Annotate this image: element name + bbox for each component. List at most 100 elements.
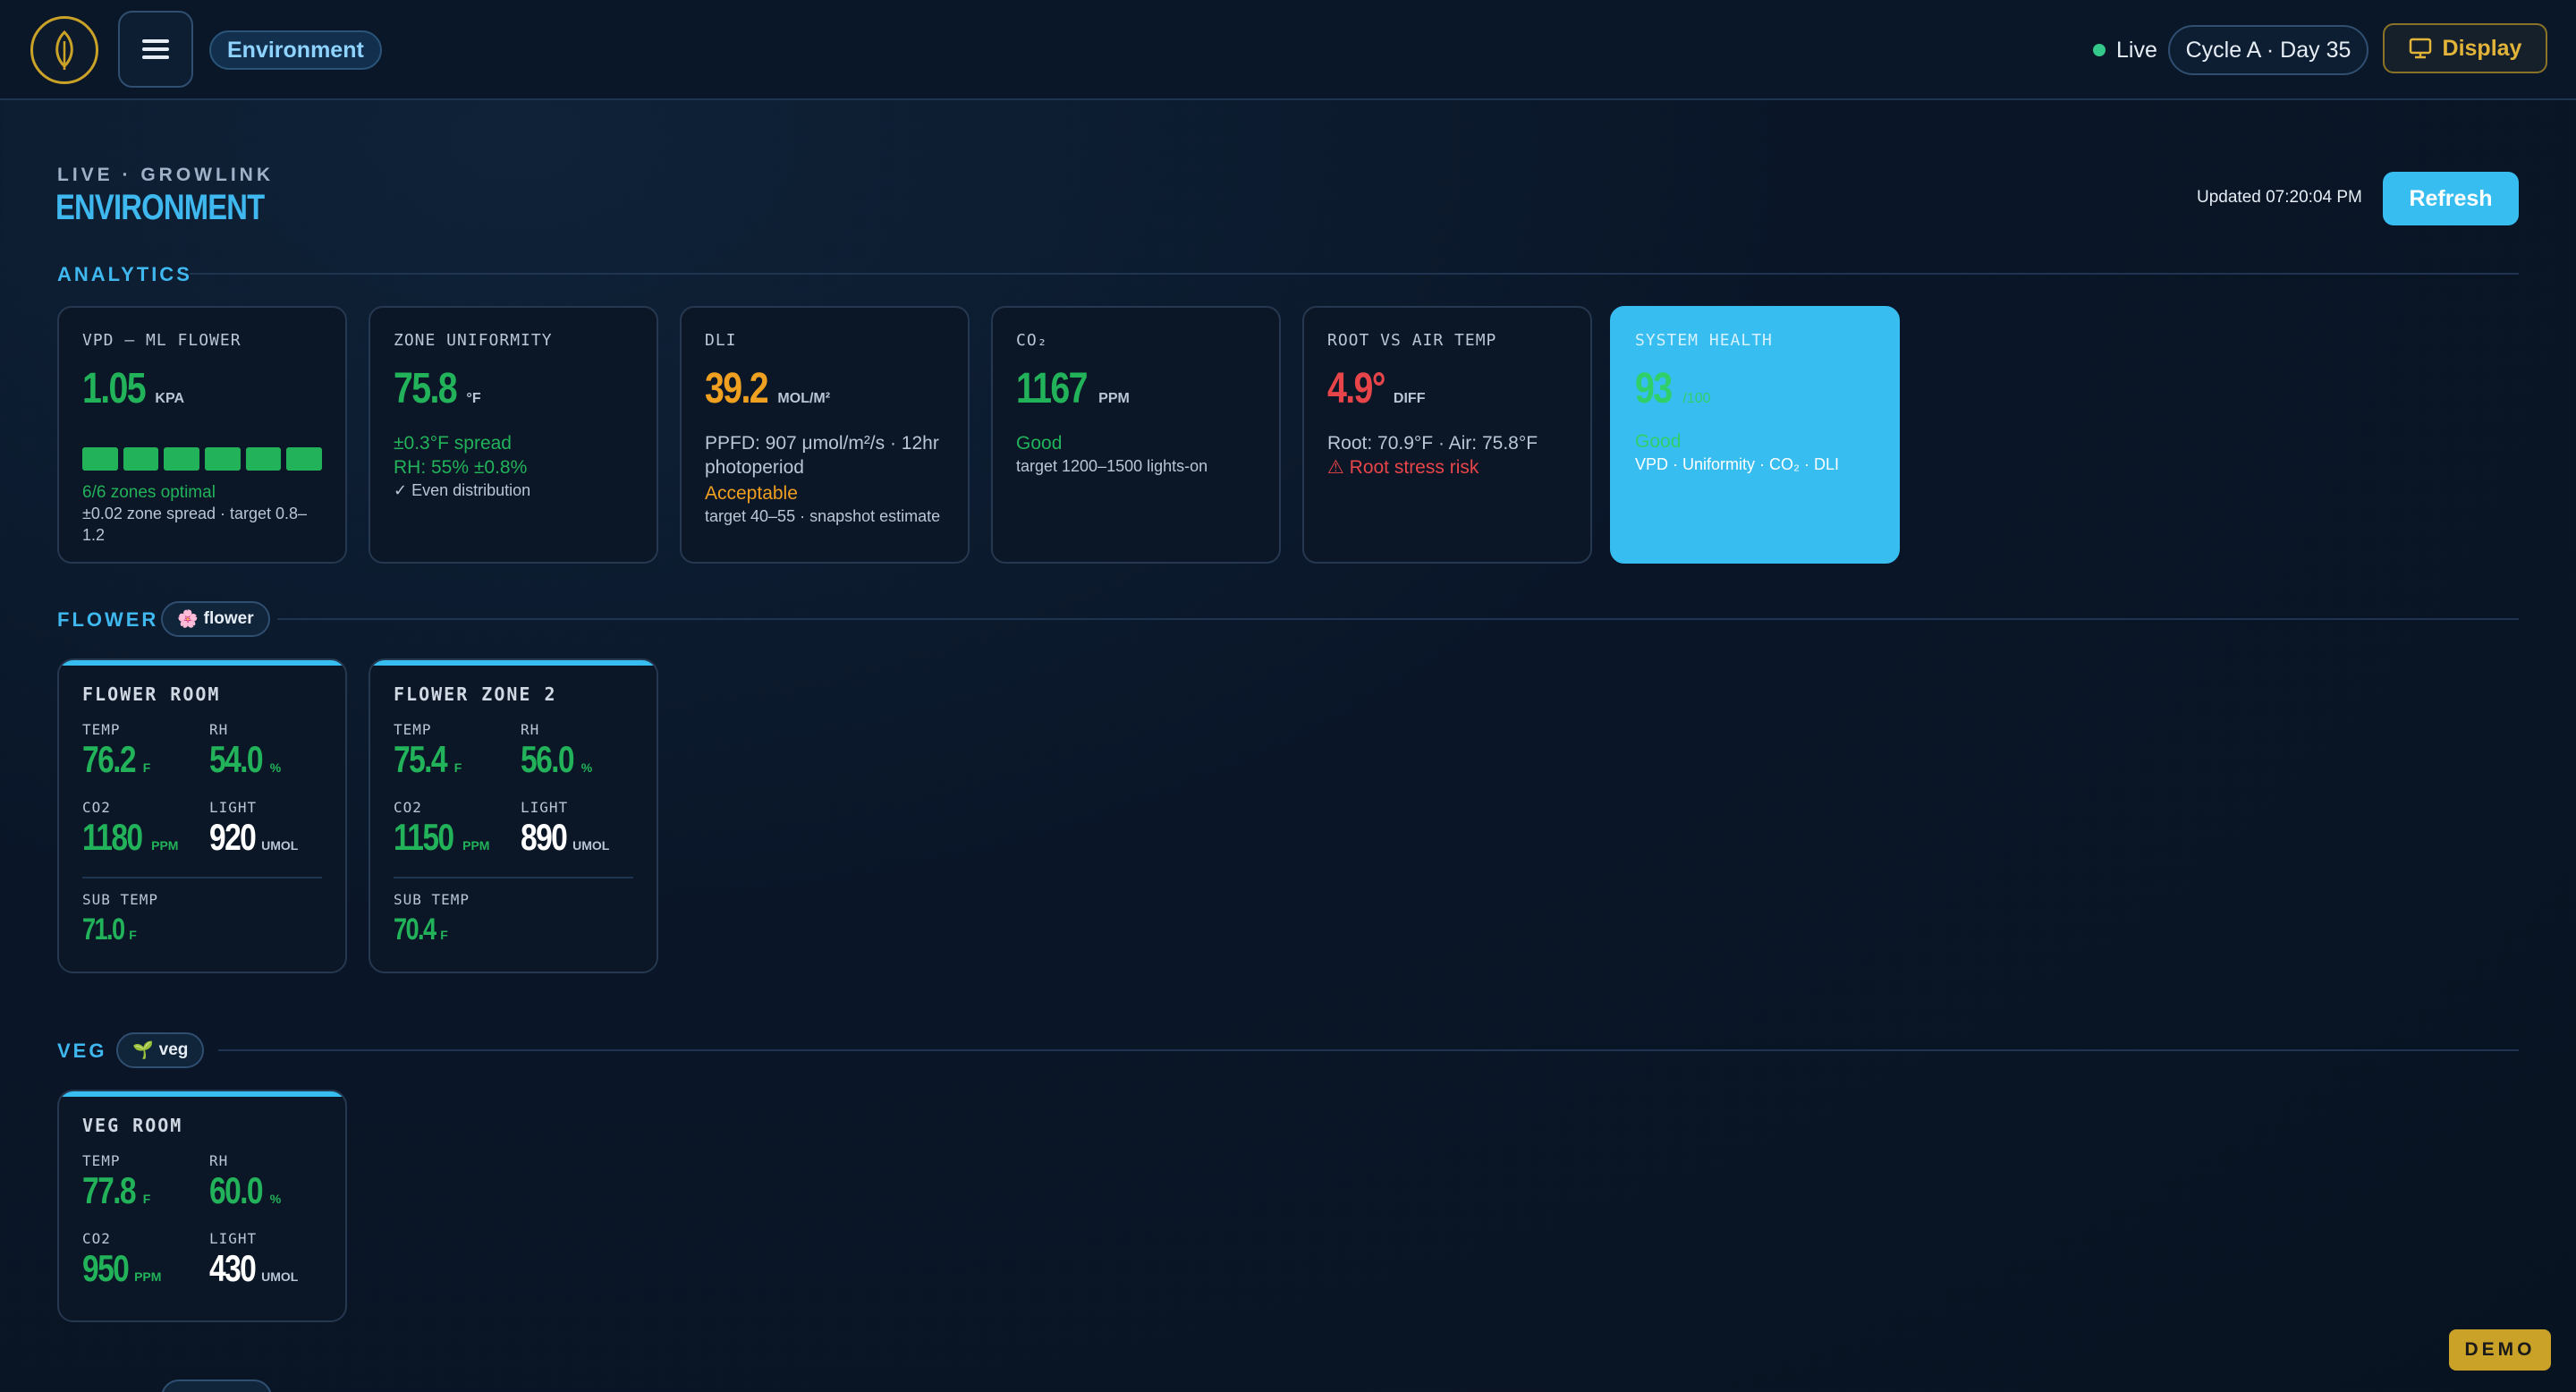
- zone-bar: [82, 447, 118, 471]
- system-health-card[interactable]: SYSTEM HEALTH 93 /100 Good VPD · Uniform…: [1610, 306, 1900, 564]
- logo[interactable]: [30, 16, 98, 84]
- uniformity-card[interactable]: ZONE UNIFORMITY 75.8 °F ±0.3°F spread RH…: [369, 306, 658, 564]
- section-pill: Environment: [209, 30, 382, 70]
- zone-card-flower-zone-2[interactable]: FLOWER ZONE 2 TEMP 75.4 F RH 56.0% CO2 11…: [369, 658, 658, 973]
- dli-unit: MOL/M²: [777, 391, 831, 406]
- analytics-divider: [190, 273, 2519, 275]
- metric-label: LIGHT: [209, 799, 258, 816]
- co2-card[interactable]: CO₂ 1167 PPM Good target 1200–1500 light…: [991, 306, 1281, 564]
- flower-tag-label: flower: [203, 609, 254, 628]
- zone-bar: [205, 447, 241, 471]
- temp-metric: TEMP 76.2 F: [82, 721, 209, 779]
- zone-name: FLOWER ZONE 2: [394, 683, 557, 705]
- zone-name: VEG ROOM: [82, 1115, 183, 1136]
- analytics-section-label: ANALYTICS: [57, 263, 192, 285]
- zone-divider: [82, 877, 322, 878]
- rh-unit: %: [269, 760, 282, 775]
- metric-label: LIGHT: [521, 799, 569, 816]
- uniformity-unit: °F: [466, 391, 481, 406]
- ppfd-text: PPFD: 907 μmol/m²/s · 12hr photoperiod: [705, 433, 939, 478]
- card-label: VPD — ML FLOWER: [82, 331, 242, 350]
- next-section-tag[interactable]: [161, 1379, 272, 1392]
- cycle-selector[interactable]: Cycle A · Day 35: [2168, 25, 2368, 75]
- temp-unit: F: [142, 760, 151, 775]
- temp-value: 77.8: [82, 1169, 137, 1211]
- sub-temp-unit: F: [129, 928, 137, 942]
- light-metric: LIGHT 430 UMOL: [209, 1230, 336, 1288]
- display-button[interactable]: Display: [2383, 23, 2547, 73]
- demo-badge: DEMO: [2449, 1329, 2551, 1371]
- card-label: ROOT VS AIR TEMP: [1327, 331, 1497, 350]
- menu-button[interactable]: [118, 11, 193, 88]
- page-title: ENVIRONMENT: [55, 188, 265, 227]
- veg-tag-label: veg: [158, 1040, 189, 1059]
- veg-tag[interactable]: 🌱 veg: [116, 1032, 205, 1068]
- refresh-button[interactable]: Refresh: [2383, 172, 2519, 225]
- metric-label: CO2: [394, 799, 422, 816]
- light-unit: UMOL: [572, 838, 610, 853]
- dli-target-text: target 40–55 · snapshot estimate: [705, 507, 941, 525]
- leaf-logo-icon: [55, 30, 73, 70]
- updated-timestamp: Updated 07:20:04 PM: [2197, 188, 2362, 207]
- card-label: ZONE UNIFORMITY: [394, 331, 553, 350]
- dli-card[interactable]: DLI 39.2 MOL/M² PPFD: 907 μmol/m²/s · 12…: [680, 306, 970, 564]
- root-diff-value: 4.9°: [1327, 365, 1386, 412]
- card-label: CO₂: [1016, 331, 1048, 350]
- zone-bar: [286, 447, 323, 471]
- health-factors: VPD · Uniformity · CO₂ · DLI: [1635, 455, 1840, 473]
- health-unit: /100: [1682, 391, 1711, 406]
- live-label: Live: [2116, 37, 2157, 63]
- live-indicator: Live: [2093, 34, 2157, 66]
- co2-value: 1150: [394, 816, 454, 858]
- co2-value: 950: [82, 1247, 130, 1289]
- distribution-text: ✓ Even distribution: [394, 481, 531, 499]
- rh-value: 56.0: [521, 738, 575, 780]
- co2-unit: PPM: [1098, 391, 1130, 406]
- co2-target-text: target 1200–1500 lights-on: [1016, 457, 1208, 475]
- root-stress-warning: ⚠ Root stress risk: [1327, 457, 1479, 478]
- co2-metric: CO2 1150 PPM: [394, 799, 521, 857]
- light-unit: UMOL: [261, 838, 299, 853]
- metric-label: SUB TEMP: [394, 891, 470, 908]
- veg-divider: [218, 1049, 2519, 1051]
- light-unit: UMOL: [261, 1269, 299, 1284]
- sub-temp-metric: SUB TEMP 70.4 F: [394, 891, 633, 949]
- co2-unit: PPM: [134, 1269, 162, 1284]
- monitor-icon: [2409, 38, 2431, 59]
- live-dot-icon: [2093, 44, 2106, 56]
- co2-unit: PPM: [151, 838, 179, 853]
- uniformity-value: 75.8: [394, 365, 458, 412]
- zone-bar: [123, 447, 159, 471]
- zone-card-veg-room[interactable]: VEG ROOM TEMP 77.8 F RH 60.0% CO2 950 PPM …: [57, 1090, 347, 1322]
- zone-divider: [394, 877, 633, 878]
- card-label: DLI: [705, 331, 737, 350]
- rh-value: 54.0: [209, 738, 264, 780]
- co2-status: Good: [1016, 433, 1063, 454]
- zone-card-flower-room[interactable]: FLOWER ROOM TEMP 76.2 F RH 54.0% CO2 1180…: [57, 658, 347, 973]
- co2-metric: CO2 1180 PPM: [82, 799, 209, 857]
- rh-value: 60.0: [209, 1169, 264, 1211]
- flower-tag[interactable]: 🌸 flower: [161, 601, 270, 637]
- hamburger-icon: [142, 39, 169, 59]
- light-value: 920: [209, 816, 257, 858]
- dli-value: 39.2: [705, 365, 769, 412]
- rh-metric: RH 54.0%: [209, 721, 336, 779]
- display-label: Display: [2442, 35, 2522, 61]
- temp-unit: F: [142, 1192, 151, 1206]
- vpd-card[interactable]: VPD — ML FLOWER 1.05 KPA 6/6 zones optim…: [57, 306, 347, 564]
- temp-value: 76.2: [82, 738, 137, 780]
- zone-name: FLOWER ROOM: [82, 683, 221, 705]
- metric-label: RH: [209, 1152, 229, 1169]
- co2-value: 1180: [82, 816, 143, 858]
- veg-section-label: VEG: [57, 1040, 107, 1062]
- temp-unit: F: [453, 760, 462, 775]
- zones-optimal-text: 6/6 zones optimal: [82, 483, 216, 502]
- temp-spread-text: ±0.3°F spread: [394, 433, 512, 454]
- zone-bars: [82, 447, 323, 471]
- root-air-card[interactable]: ROOT VS AIR TEMP 4.9° DIFF Root: 70.9°F …: [1302, 306, 1592, 564]
- temp-value: 75.4: [394, 738, 448, 780]
- temp-metric: TEMP 77.8 F: [82, 1152, 209, 1210]
- zone-bar: [164, 447, 200, 471]
- rh-unit: %: [269, 1192, 282, 1206]
- light-metric: LIGHT 920 UMOL: [209, 799, 336, 857]
